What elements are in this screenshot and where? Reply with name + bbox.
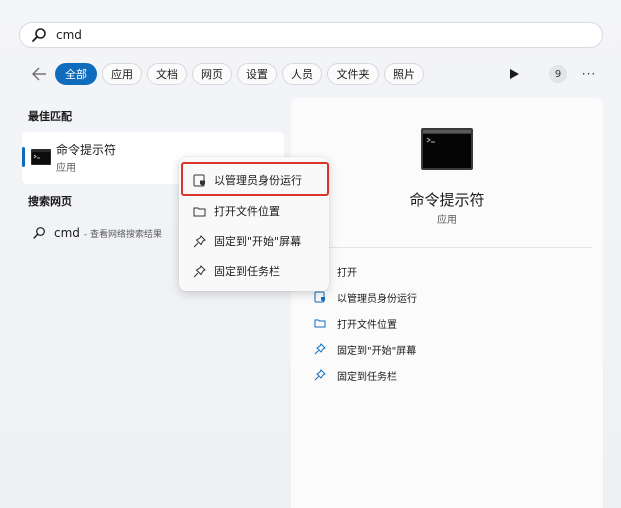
web-search-hint: - 查看网络搜索结果 (83, 229, 163, 240)
menu-item-label: 固定到任务栏 (214, 265, 280, 278)
play-icon[interactable] (505, 65, 523, 83)
filter-chip-folders[interactable]: 文件夹 (327, 63, 379, 85)
menu-item-pin-to-taskbar[interactable]: 固定到任务栏 (184, 258, 324, 284)
action-label: 固定到"开始"屏幕 (337, 345, 417, 357)
search-icon (32, 28, 46, 42)
back-arrow-icon[interactable] (29, 64, 49, 84)
app-title: 命令提示符 (409, 191, 485, 209)
more-options-icon[interactable]: ··· (580, 65, 598, 83)
filter-chip-photos[interactable]: 照片 (384, 63, 424, 85)
filter-chip-people[interactable]: 人员 (282, 63, 322, 85)
best-match-heading: 最佳匹配 (28, 110, 72, 123)
pin-icon (313, 368, 327, 382)
selection-indicator (22, 147, 25, 167)
command-prompt-icon (31, 149, 51, 165)
action-label: 打开文件位置 (337, 319, 397, 331)
action-pin-to-start[interactable]: 固定到"开始"屏幕 (313, 341, 416, 357)
shield-icon (192, 173, 206, 187)
app-type: 应用 (437, 215, 457, 226)
action-pin-to-taskbar[interactable]: 固定到任务栏 (313, 367, 397, 383)
filter-chip-all[interactable]: 全部 (55, 63, 97, 85)
web-query: cmd (54, 226, 80, 240)
shield-icon (313, 290, 327, 304)
filter-chip-documents[interactable]: 文档 (147, 63, 187, 85)
pin-icon (192, 264, 206, 278)
menu-item-pin-to-start[interactable]: 固定到"开始"屏幕 (184, 228, 324, 254)
menu-item-label: 打开文件位置 (214, 205, 280, 218)
rewards-badge[interactable]: 9 (549, 65, 567, 83)
filter-chip-settings[interactable]: 设置 (237, 63, 277, 85)
command-prompt-icon (421, 128, 473, 170)
filter-chip-web[interactable]: 网页 (192, 63, 232, 85)
search-input[interactable]: cmd (56, 28, 82, 42)
action-label: 打开 (337, 267, 357, 279)
action-open-file-location[interactable]: 打开文件位置 (313, 315, 397, 331)
search-box[interactable]: cmd (19, 22, 603, 48)
web-search-result[interactable]: cmd - 查看网络搜索结果 (32, 224, 162, 242)
pin-icon (192, 234, 206, 248)
result-name: 命令提示符 (56, 143, 117, 157)
menu-item-label: 以管理员身份运行 (214, 174, 302, 187)
menu-item-label: 固定到"开始"屏幕 (214, 235, 302, 248)
folder-icon (313, 316, 327, 330)
context-menu: 以管理员身份运行 打开文件位置 固定到"开始"屏幕 固定到任务栏 (179, 157, 329, 291)
search-web-heading: 搜索网页 (28, 195, 72, 208)
search-icon (33, 227, 45, 239)
menu-item-open-file-location[interactable]: 打开文件位置 (184, 198, 324, 224)
pin-icon (313, 342, 327, 356)
action-run-as-admin[interactable]: 以管理员身份运行 (313, 289, 417, 305)
filter-chip-apps[interactable]: 应用 (102, 63, 142, 85)
action-label: 以管理员身份运行 (337, 293, 417, 305)
action-label: 固定到任务栏 (337, 371, 397, 383)
search-window: cmd 全部 应用 文档 网页 设置 人员 文件夹 照片 9 ··· 最佳匹配 … (0, 0, 621, 508)
result-type: 应用 (56, 163, 76, 174)
menu-item-run-as-admin[interactable]: 以管理员身份运行 (184, 167, 324, 193)
divider (301, 247, 592, 248)
folder-icon (192, 204, 206, 218)
preview-panel: 命令提示符 应用 打开 以管理员身份运行 打开文件位置 固定到"开始"屏幕 固定… (291, 98, 603, 508)
